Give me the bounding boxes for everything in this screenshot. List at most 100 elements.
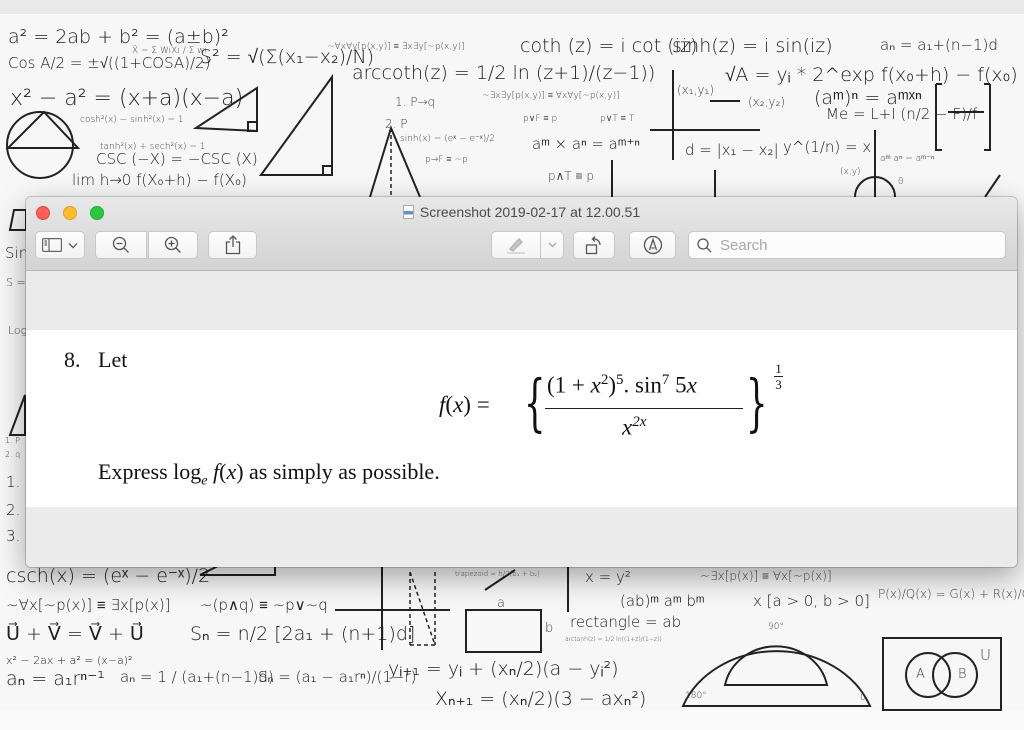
bg-formula: ~∀x∀y[p(x,y)] ≡ ∃x∃y[~p(x,y)]	[327, 42, 465, 52]
sketch-circle	[6, 111, 74, 179]
pen-icon	[507, 237, 525, 254]
sketch-left-triangle	[8, 394, 26, 436]
bg-formula: a² = 2ab + b² = (a±b)²	[8, 26, 229, 48]
bg-formula: U	[980, 646, 991, 664]
bg-formula: arctanh(z) = 1/2 ln((1+z)/(1−z))	[565, 636, 662, 643]
search-icon	[697, 237, 712, 252]
num-var: x	[686, 372, 697, 398]
zoom-in-icon	[164, 236, 181, 253]
bg-formula: csch(x) = (eˣ − e⁻ˣ)/2	[6, 565, 211, 587]
den-var: x	[622, 414, 633, 440]
highlight-button[interactable]	[491, 231, 541, 259]
formula-denominator: x2x	[622, 414, 646, 441]
bg-formula: B	[958, 667, 967, 682]
zoom-in-button[interactable]	[148, 231, 198, 259]
bg-formula: U⃗ + V⃗ = V⃗ + U⃗	[6, 623, 144, 645]
bg-formula: cosh²(x) − sinh²(x) = 1	[80, 115, 184, 125]
bg-formula: (x,y)	[840, 167, 861, 177]
bg-formula: P(x)/Q(x) = G(x) + R(x)/Q(x)	[878, 587, 1024, 601]
instruction-var: x	[226, 459, 237, 484]
formula-paren: )	[463, 392, 471, 417]
bg-formula: d = |x₁ − x₂|	[685, 141, 779, 159]
bg-formula: y^(1/n) = x	[783, 138, 872, 156]
bg-formula: CSC (−X) = −CSC (X)	[96, 150, 258, 168]
exponent-numerator: 1	[775, 361, 782, 376]
bg-formula: θ	[898, 177, 904, 187]
formula-lhs: f(x) =	[439, 392, 490, 418]
num-part: 5	[669, 372, 687, 398]
bg-formula: sinh(x) = (eˣ − e⁻ˣ)/2	[400, 134, 495, 144]
sketch-bracket-right	[984, 83, 991, 151]
bg-formula: (x₂,y₂)	[748, 95, 786, 109]
chevron-down-icon	[68, 242, 78, 249]
bg-formula: arccoth(z) = 1/2 ln (z+1)/(z−1))	[352, 62, 656, 84]
bg-formula: p∨T ≡ T	[600, 114, 635, 124]
share-icon	[225, 235, 240, 255]
num-var: x	[590, 372, 601, 398]
bg-formula: A	[916, 667, 925, 682]
formula-var: x	[453, 392, 464, 417]
sidebar-toggle-button[interactable]	[35, 231, 85, 259]
document-margin-bottom	[26, 507, 1017, 567]
bg-formula: p∧T ≡ p	[548, 169, 594, 183]
search-field[interactable]	[688, 231, 1006, 259]
num-exp: 5	[616, 372, 624, 388]
bg-formula: b	[545, 621, 554, 636]
sketch-protractor-inner	[723, 645, 829, 686]
bg-formula: 1. P→q	[395, 95, 436, 109]
bg-formula: ~(p∧q) ≡ ~p∨~q	[200, 596, 328, 614]
formula-paren: (	[445, 392, 454, 417]
num-part: . sin	[623, 372, 662, 398]
search-input[interactable]	[718, 235, 1002, 255]
zoom-out-button[interactable]	[95, 231, 147, 259]
bg-formula: 180°	[685, 691, 707, 701]
sketch-right-angle-2	[322, 165, 333, 176]
bg-formula: x = y²	[585, 568, 631, 586]
sketch-p2-line	[984, 174, 1001, 198]
title-bar[interactable]: Screenshot 2019-02-17 at 12.00.51	[26, 197, 1017, 271]
share-button[interactable]	[208, 231, 257, 259]
bg-formula: x [a > 0, b > 0]	[753, 592, 870, 610]
bg-formula: ~∃x[p(x)] ≡ ∀x[~p(x)]	[700, 569, 832, 583]
bg-formula: 1. P	[5, 436, 20, 445]
bg-formula: sinh(z) = i sin(iz)	[672, 35, 833, 57]
window-title-wrap: Screenshot 2019-02-17 at 12.00.51	[26, 204, 1017, 220]
sketch-axis-small	[611, 160, 716, 197]
bg-formula: Xₙ₊₁ = (xₙ/2)(3 − axₙ²)	[435, 688, 647, 710]
num-part: )	[608, 372, 617, 398]
bg-formula: aᵐ × aⁿ = aᵐ⁺ⁿ	[532, 135, 640, 153]
bg-formula: 2.	[6, 501, 21, 519]
bg-formula: 2. P	[385, 117, 408, 131]
bg-formula: yᵢ₊₁ = yᵢ + (xₙ/2)(a − yᵢ²)	[388, 658, 619, 680]
sketch-venn-b	[932, 652, 978, 698]
markup-button[interactable]	[629, 231, 676, 259]
bg-formula: Me = L+I (n/2 − F)/f	[826, 105, 978, 123]
log-base: e	[201, 473, 208, 489]
formula-outer-exponent: 1 3	[774, 362, 783, 391]
exponent-denominator: 3	[775, 377, 782, 392]
bg-formula: a	[497, 596, 505, 611]
num-part: (1 +	[547, 372, 591, 398]
instruction-text: Express log	[98, 459, 202, 484]
bg-formula: Cos A/2 = ±√((1+COSA)/2)	[8, 54, 211, 72]
rotate-button[interactable]	[573, 231, 615, 259]
bg-formula: aₙ = a₁+(n−1)d	[880, 36, 998, 54]
formula-left-brace: {	[523, 366, 546, 439]
bg-formula: coth (z) = i cot (iz)	[520, 35, 698, 57]
document-margin-top	[26, 271, 1017, 330]
bg-formula: rectangle = ab	[570, 613, 682, 631]
bg-formula: 90°	[768, 622, 784, 632]
formula-fraction-bar	[545, 408, 743, 409]
sketch-inscribed-triangle	[5, 110, 81, 149]
rotate-left-icon	[585, 236, 601, 255]
document-page: 8. Let f(x) = { (1 + x2)5. sin7 5x x2x }…	[26, 330, 1017, 507]
bg-formula: 3.	[6, 527, 21, 545]
den-exp: 2x	[632, 414, 647, 430]
markup-pen-circle-icon	[643, 235, 662, 255]
bg-formula: aₙ = 1 / (a₁+(n−1)d)	[120, 668, 274, 686]
window-title: Screenshot 2019-02-17 at 12.00.51	[419, 204, 641, 220]
question-instruction: Express loge f(x) as simply as possible.	[98, 459, 440, 489]
bg-formula: p→F ≡ ~p	[425, 155, 468, 165]
zoom-out-icon	[112, 236, 129, 253]
highlight-dropdown-button[interactable]	[540, 231, 564, 259]
